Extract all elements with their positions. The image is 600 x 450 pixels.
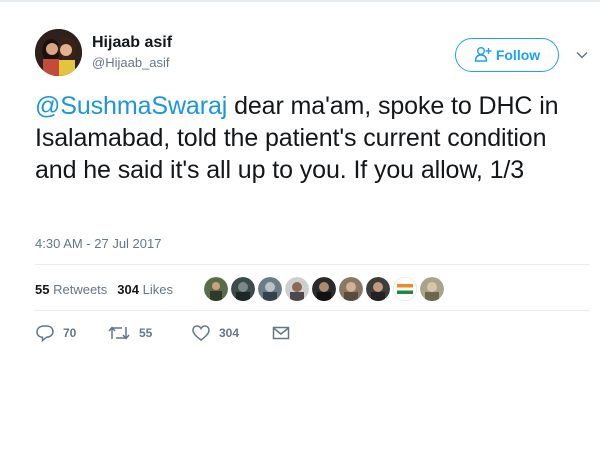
add-user-icon [474,46,492,65]
liker-avatars [204,277,444,301]
mention-link[interactable]: @SushmaSwaraj [35,92,227,120]
reply-button[interactable]: 70 [35,324,107,342]
retweets-count: 55 [35,282,50,297]
direct-message-button[interactable] [271,324,291,342]
liker-avatar[interactable] [420,277,444,301]
follow-button[interactable]: Follow [455,38,559,72]
follow-button-label: Follow [495,47,541,63]
retweet-icon [107,324,131,342]
author-avatar[interactable] [35,29,82,76]
divider [35,264,590,265]
liker-avatar[interactable] [285,277,309,301]
author-handle[interactable]: @Hijaab_asif [92,55,170,70]
tweet-text: @SushmaSwaraj dear ma'am, spoke to DHC i… [35,90,590,186]
like-count: 304 [219,326,240,340]
tweet-timestamp[interactable]: 4:30 AM - 27 Jul 2017 [35,236,161,251]
likes-count: 304 [117,282,139,297]
reply-count: 70 [63,326,77,340]
retweet-button[interactable]: 55 [107,324,191,342]
liker-avatar[interactable] [312,277,336,301]
heart-icon [191,324,211,342]
author-name[interactable]: Hijaab asif [92,34,172,52]
tweet-stats: 55 Retweets 304 Likes [35,282,173,297]
liker-avatar[interactable] [393,277,417,301]
liker-avatar[interactable] [231,277,255,301]
liker-avatar[interactable] [339,277,363,301]
reply-icon [35,324,55,342]
retweet-count: 55 [139,326,153,340]
divider [35,310,590,311]
likes-label: Likes [142,282,173,297]
likes-stat[interactable]: 304 Likes [117,282,173,297]
liker-avatar[interactable] [366,277,390,301]
chevron-down-icon[interactable] [575,48,589,62]
liker-avatar[interactable] [204,277,228,301]
retweets-stat[interactable]: 55 Retweets [35,282,107,297]
top-divider [0,0,600,2]
liker-avatar[interactable] [258,277,282,301]
retweets-label: Retweets [53,282,108,297]
like-button[interactable]: 304 [191,324,271,342]
envelope-icon [271,324,291,342]
tweet-actions: 70 55 304 [35,324,291,342]
